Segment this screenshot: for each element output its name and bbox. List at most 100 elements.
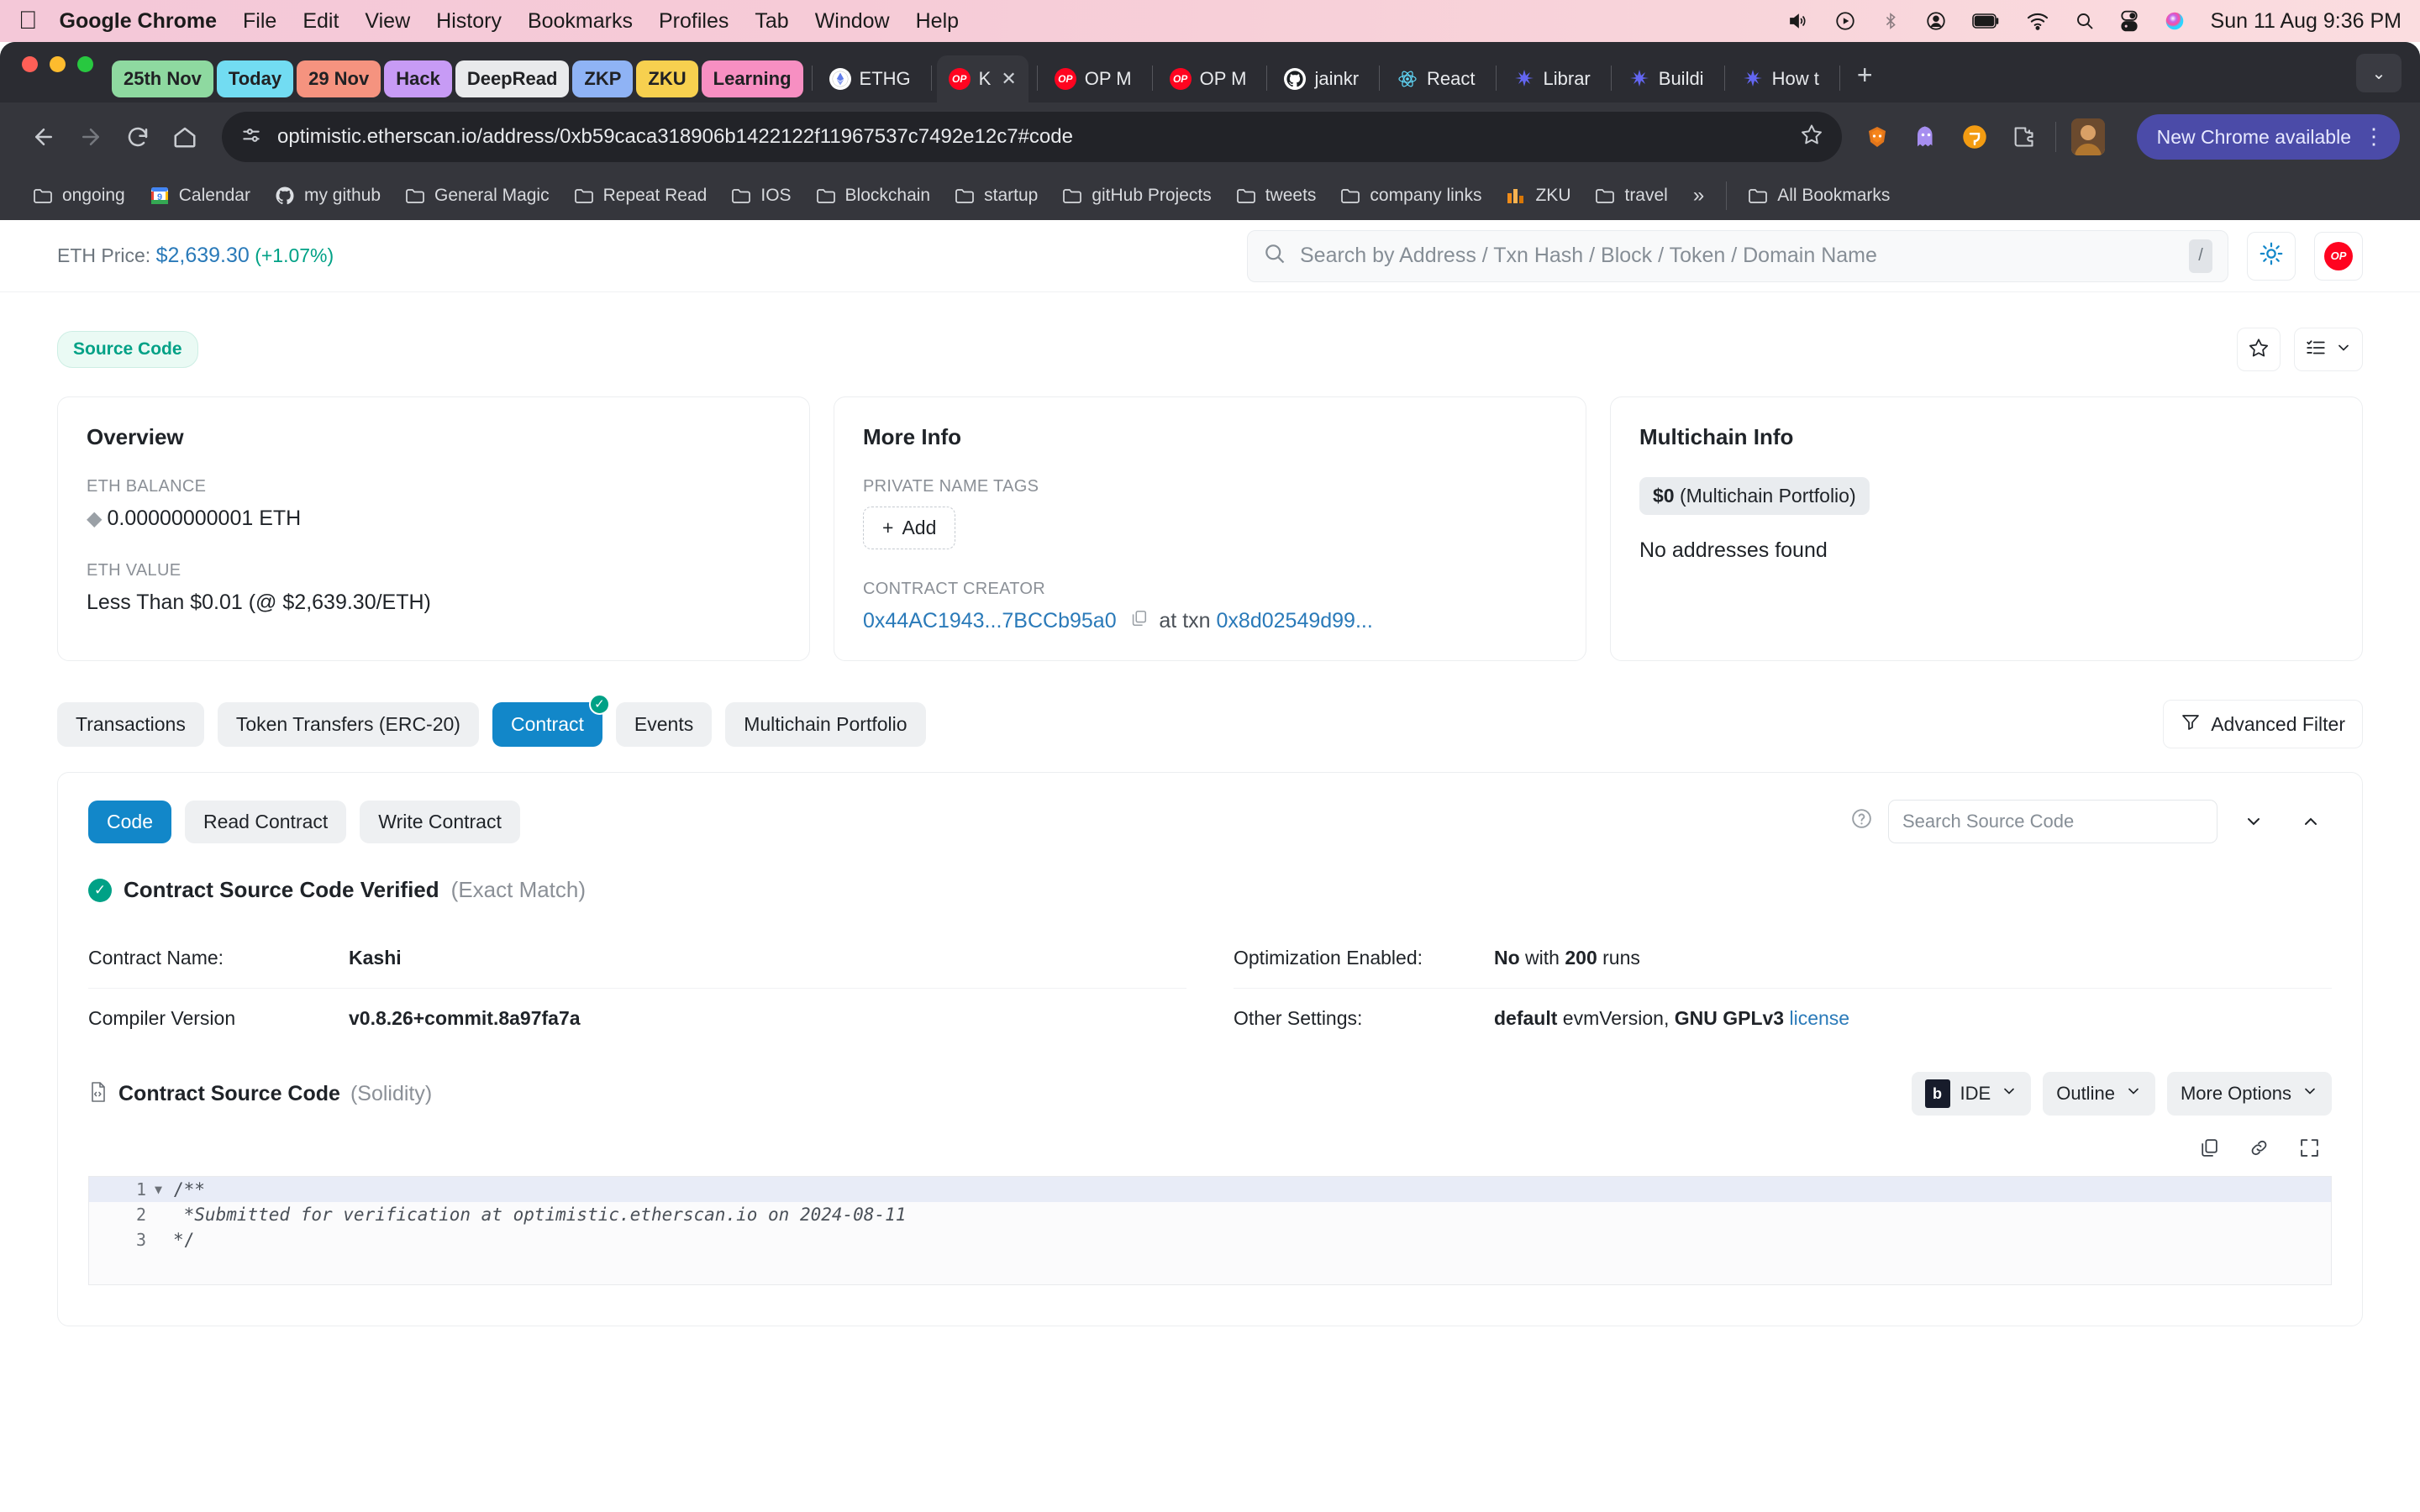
bookmark-tweets[interactable]: tweets <box>1223 186 1328 206</box>
eth-price-value[interactable]: $2,639.30 <box>156 244 250 267</box>
bookmark-zku[interactable]: ZKU <box>1493 186 1582 206</box>
address-bar[interactable]: optimistic.etherscan.io/address/0xb59cac… <box>222 112 1842 162</box>
battery-icon[interactable] <box>1971 13 2001 29</box>
tab-deepread[interactable]: DeepRead <box>455 60 570 97</box>
tab-today[interactable]: Today <box>216 60 294 97</box>
tab-op-m-1[interactable]: OP OP M <box>1043 55 1144 102</box>
search-prev-button[interactable] <box>2290 800 2332 843</box>
creator-address-link[interactable]: 0x44AC1943...7BCCb95a0 <box>863 609 1117 633</box>
license-link[interactable]: license <box>1790 1007 1850 1029</box>
ide-button[interactable]: b IDE <box>1911 1072 2032 1116</box>
metamask-icon[interactable] <box>1860 120 1894 154</box>
maximize-window-button[interactable] <box>77 55 93 72</box>
bookmark-startup[interactable]: startup <box>942 186 1050 206</box>
user-icon[interactable] <box>1925 10 1947 32</box>
tab-github[interactable]: jainkr <box>1272 55 1370 102</box>
watchlist-star-button[interactable] <box>2237 328 2281 371</box>
forward-button[interactable] <box>67 113 114 160</box>
chrome-menu-icon[interactable]: ⋮ <box>2363 126 2385 147</box>
multichain-portfolio-pill[interactable]: $0 (Multichain Portfolio) <box>1639 477 1870 515</box>
new-tab-button[interactable]: + <box>1857 60 1873 91</box>
bookmarks-overflow-button[interactable]: » <box>1680 184 1718 207</box>
network-switch-button[interactable]: OP <box>2314 231 2363 281</box>
control-center-icon[interactable] <box>2120 10 2139 32</box>
tab-contract[interactable]: Contract ✓ <box>492 693 610 747</box>
bookmark-blockchain[interactable]: Blockchain <box>803 186 943 206</box>
tab-react[interactable]: React <box>1385 55 1486 102</box>
control-center-playback-icon[interactable] <box>1834 10 1856 32</box>
bookmark-general-magic[interactable]: General Magic <box>392 186 561 206</box>
subtab-code[interactable]: Code <box>88 800 171 843</box>
menu-history[interactable]: History <box>436 9 502 34</box>
wifi-icon[interactable] <box>2026 12 2049 30</box>
minimize-window-button[interactable] <box>50 55 66 72</box>
reload-button[interactable] <box>114 113 161 160</box>
advanced-filter-button[interactable]: Advanced Filter <box>2163 700 2363 748</box>
bookmark-travel[interactable]: travel <box>1582 186 1679 206</box>
avatar[interactable] <box>2070 118 2105 155</box>
code-editor[interactable]: 1 ▼ /** 2 *Submitted for verification at… <box>88 1176 2332 1285</box>
bookmark-star-icon[interactable] <box>1800 123 1823 152</box>
copy-icon[interactable] <box>2189 1131 2228 1164</box>
close-window-button[interactable] <box>22 55 38 72</box>
bookmark-github-projects[interactable]: gitHub Projects <box>1050 186 1223 206</box>
bookmark-my-github[interactable]: my github <box>262 186 392 206</box>
more-options-button[interactable]: More Options <box>2166 1072 2332 1116</box>
tab-how-to[interactable]: How t <box>1730 55 1831 102</box>
tab-op-m-2[interactable]: OP OP M <box>1158 55 1259 102</box>
bookmark-repeat-read[interactable]: Repeat Read <box>561 186 719 206</box>
tab-transactions[interactable]: Transactions <box>57 701 204 747</box>
tab-25th-nov[interactable]: 25th Nov <box>112 60 213 97</box>
all-bookmarks-button[interactable]: All Bookmarks <box>1735 186 1902 206</box>
menu-tab[interactable]: Tab <box>755 9 788 34</box>
tab-hack[interactable]: Hack <box>384 60 452 97</box>
theme-toggle-button[interactable] <box>2247 231 2296 281</box>
fold-toggle-icon[interactable]: ▼ <box>155 1182 173 1197</box>
bookmark-ios[interactable]: IOS <box>718 186 802 206</box>
question-circle-icon[interactable] <box>1850 807 1873 836</box>
tab-search-chevron-down-icon[interactable]: ⌄ <box>2356 54 2402 92</box>
bookmark-company-links[interactable]: company links <box>1328 186 1493 206</box>
menu-file[interactable]: File <box>243 9 276 34</box>
apple-menu-icon[interactable]:  <box>18 8 38 34</box>
tab-29-nov[interactable]: 29 Nov <box>297 60 381 97</box>
tab-token-transfers[interactable]: Token Transfers (ERC-20) <box>217 701 479 747</box>
subtab-read-contract[interactable]: Read Contract <box>184 800 347 843</box>
back-button[interactable] <box>20 113 67 160</box>
menu-app-name[interactable]: Google Chrome <box>60 9 218 34</box>
search-next-button[interactable] <box>2233 800 2275 843</box>
tab-events[interactable]: Events <box>615 701 713 747</box>
menu-profiles[interactable]: Profiles <box>659 9 729 34</box>
code-search-input[interactable]: Search Source Code <box>1888 800 2217 843</box>
tab-active-kashi[interactable]: OP K ✕ <box>936 55 1028 102</box>
home-button[interactable] <box>161 113 208 160</box>
search-icon[interactable] <box>2075 11 2095 31</box>
extensions-puzzle-icon[interactable] <box>2007 120 2040 154</box>
menu-window[interactable]: Window <box>815 9 890 34</box>
bluetooth-off-icon[interactable] <box>1881 10 1900 32</box>
menu-clock[interactable]: Sun 11 Aug 9:36 PM <box>2211 9 2402 34</box>
menu-help[interactable]: Help <box>916 9 959 34</box>
volume-icon[interactable] <box>1786 11 1809 31</box>
site-search-input[interactable]: Search by Address / Txn Hash / Block / T… <box>1247 229 2228 282</box>
tab-ethg[interactable]: ETHG <box>818 55 923 102</box>
tab-zku[interactable]: ZKU <box>636 60 698 97</box>
menu-view[interactable]: View <box>365 9 410 34</box>
close-tab-icon[interactable]: ✕ <box>1001 68 1016 90</box>
menu-bookmarks[interactable]: Bookmarks <box>528 9 633 34</box>
copy-icon[interactable] <box>1129 610 1153 632</box>
tab-building[interactable]: Buildi <box>1617 55 1716 102</box>
bookmark-ongoing[interactable]: ongoing <box>20 186 137 206</box>
menu-edit[interactable]: Edit <box>302 9 339 34</box>
fullscreen-icon[interactable] <box>2290 1131 2328 1164</box>
siri-icon[interactable] <box>2164 10 2186 32</box>
site-settings-icon[interactable] <box>240 124 262 150</box>
new-chrome-available-button[interactable]: New Chrome available ⋮ <box>2136 114 2400 160</box>
subtab-write-contract[interactable]: Write Contract <box>360 800 520 843</box>
bookmark-calendar[interactable]: 9 Calendar <box>137 186 262 206</box>
phantom-wallet-icon[interactable] <box>1958 120 1991 154</box>
outline-button[interactable]: Outline <box>2043 1072 2155 1116</box>
ghost-extension-icon[interactable] <box>1909 120 1943 154</box>
creator-txn-link[interactable]: 0x8d02549d99... <box>1217 609 1373 633</box>
tab-library[interactable]: Librar <box>1502 55 1602 102</box>
